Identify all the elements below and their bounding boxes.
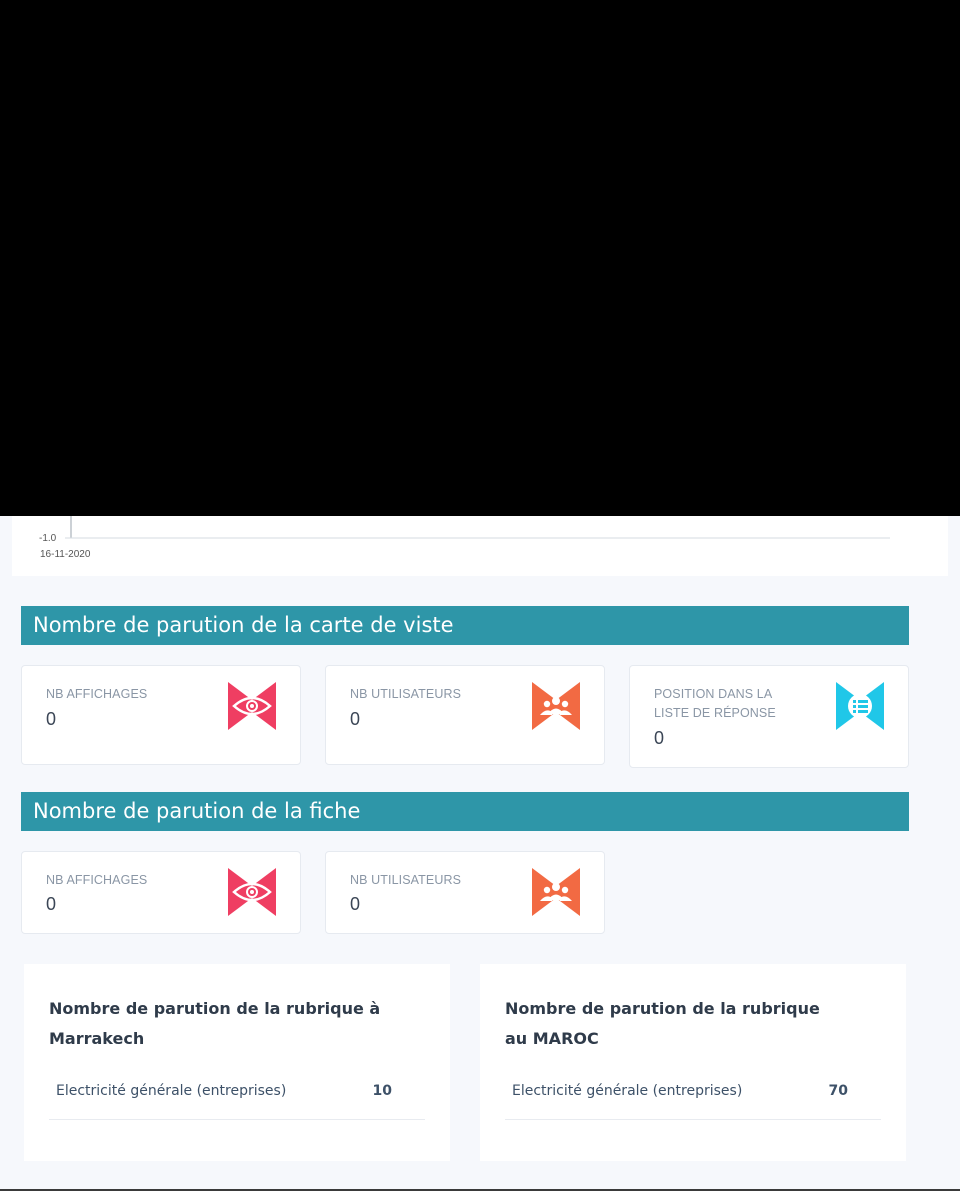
- rubrique-name: Electricité générale (entreprises): [56, 1083, 287, 1099]
- eye-icon: [228, 682, 276, 730]
- stat-value: 0: [46, 709, 57, 729]
- obscured-region: [0, 0, 960, 516]
- stat-card-affichages: NB AFFICHAGES 0: [21, 851, 301, 934]
- rubrique-count: 10: [372, 1083, 392, 1099]
- list-icon: [836, 682, 884, 730]
- stat-card-position: POSITION DANS LA LISTE DE RÉPONSE 0: [629, 665, 909, 768]
- section-title-fiche: Nombre de parution de la fiche: [21, 792, 909, 831]
- stat-card-utilisateurs: NB UTILISATEURS 0: [325, 851, 605, 934]
- section-title-carte: Nombre de parution de la carte de viste: [21, 606, 909, 645]
- rubrique-marrakech-card: Nombre de parution de la rubrique à Marr…: [24, 964, 450, 1161]
- table-row: Electricité générale (entreprises) 70: [505, 1074, 881, 1120]
- line-chart: -1.0 16-11-2020: [39, 516, 890, 560]
- stat-card-utilisateurs: NB UTILISATEURS 0: [325, 665, 605, 765]
- stat-card-affichages: NB AFFICHAGES 0: [21, 665, 301, 765]
- stat-value: 0: [350, 894, 361, 914]
- stat-label: POSITION DANS LA LISTE DE RÉPONSE: [654, 687, 776, 720]
- chart-card: -1.0 16-11-2020: [12, 516, 948, 576]
- users-icon: [532, 682, 580, 730]
- rubrique-name: Electricité générale (entreprises): [512, 1083, 743, 1099]
- stat-label: NB UTILISATEURS: [350, 687, 462, 701]
- rubrique-title: Nombre de parution de la rubrique au MAR…: [505, 999, 820, 1048]
- x-tick-label: 16-11-2020: [40, 549, 91, 560]
- eye-icon: [228, 868, 276, 916]
- stat-value: 0: [350, 709, 361, 729]
- table-row: Electricité générale (entreprises) 10: [49, 1074, 425, 1120]
- y-tick-label: -1.0: [39, 533, 57, 544]
- stat-value: 0: [654, 728, 665, 748]
- stat-value: 0: [46, 894, 57, 914]
- rubrique-maroc-card: Nombre de parution de la rubrique au MAR…: [480, 964, 906, 1161]
- stat-label: NB AFFICHAGES: [46, 873, 148, 887]
- stat-label: NB UTILISATEURS: [350, 873, 462, 887]
- stat-label: NB AFFICHAGES: [46, 687, 148, 701]
- rubrique-count: 70: [828, 1083, 848, 1099]
- users-icon: [532, 868, 580, 916]
- rubrique-title: Nombre de parution de la rubrique à Marr…: [49, 999, 381, 1048]
